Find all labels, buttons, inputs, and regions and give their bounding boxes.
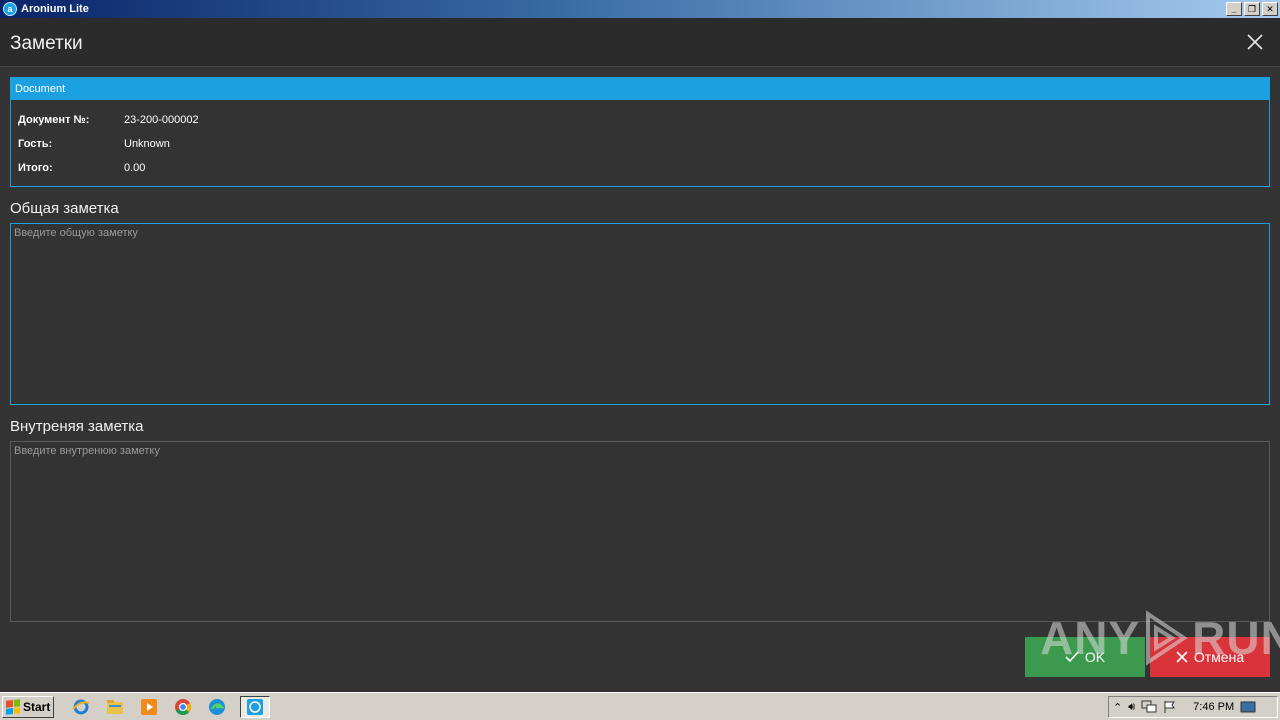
internet-explorer-icon[interactable]: [70, 696, 92, 718]
tray-expand-icon[interactable]: ⌃: [1113, 701, 1122, 714]
check-icon: [1065, 651, 1079, 663]
cancel-button[interactable]: Отмена: [1150, 637, 1270, 677]
general-note-label: Общая заметка: [10, 200, 119, 217]
taskbar: Start ⌃ 🔊︎ 7:46 PM: [0, 692, 1280, 720]
windows-logo-icon: [6, 698, 20, 715]
file-explorer-icon[interactable]: [104, 696, 126, 718]
internal-note-label: Внутреняя заметка: [10, 418, 144, 435]
window-close-button[interactable]: ✕: [1262, 2, 1278, 16]
aronium-icon: [247, 698, 263, 715]
ok-button[interactable]: OK: [1025, 637, 1145, 677]
minimize-button[interactable]: _: [1226, 2, 1242, 16]
window-titlebar: a Aronium Lite _ ❐ ✕: [0, 0, 1280, 18]
general-note-input[interactable]: [10, 223, 1270, 405]
close-icon: [1176, 651, 1188, 663]
total-label: Итого:: [18, 162, 53, 174]
start-button[interactable]: Start: [2, 695, 54, 718]
internal-note-input[interactable]: [10, 441, 1270, 622]
document-number-row: Документ №: 23-200-000002: [18, 114, 199, 126]
chrome-icon[interactable]: [172, 696, 194, 718]
window-title: Aronium Lite: [21, 3, 89, 15]
window-controls: _ ❐ ✕: [1226, 2, 1278, 16]
start-label: Start: [23, 699, 51, 714]
media-player-icon[interactable]: [138, 696, 160, 718]
restore-button[interactable]: ❐: [1244, 2, 1260, 16]
document-panel: Document Документ №: 23-200-000002 Гость…: [10, 77, 1270, 187]
document-panel-header: Document: [11, 78, 1269, 100]
action-center-flag-icon[interactable]: [1163, 700, 1177, 714]
edge-icon[interactable]: [206, 696, 228, 718]
system-tray: ⌃ 🔊︎ 7:46 PM: [1108, 696, 1278, 718]
volume-icon[interactable]: 🔊︎: [1128, 701, 1135, 714]
cancel-button-label: Отмена: [1193, 649, 1245, 665]
dialog-title: Заметки: [10, 33, 83, 54]
quick-launch: [70, 695, 270, 718]
total-row: Итого: 0.00: [18, 162, 145, 174]
guest-label: Гость:: [18, 138, 53, 150]
show-desktop-icon[interactable]: [1240, 700, 1256, 714]
close-icon[interactable]: [1246, 33, 1264, 51]
guest-row: Гость: Unknown: [18, 138, 170, 150]
clock: 7:46 PM: [1193, 701, 1235, 713]
aronium-taskbar-button[interactable]: [240, 695, 270, 718]
guest-value: Unknown: [124, 138, 170, 150]
ok-button-label: OK: [1084, 649, 1106, 665]
app-logo-icon: a: [3, 2, 17, 16]
network-icon[interactable]: [1141, 700, 1157, 714]
dialog-header: Заметки: [0, 18, 1280, 67]
document-number-value: 23-200-000002: [124, 114, 199, 126]
document-number-label: Документ №:: [18, 114, 90, 126]
total-value: 0.00: [124, 162, 146, 174]
